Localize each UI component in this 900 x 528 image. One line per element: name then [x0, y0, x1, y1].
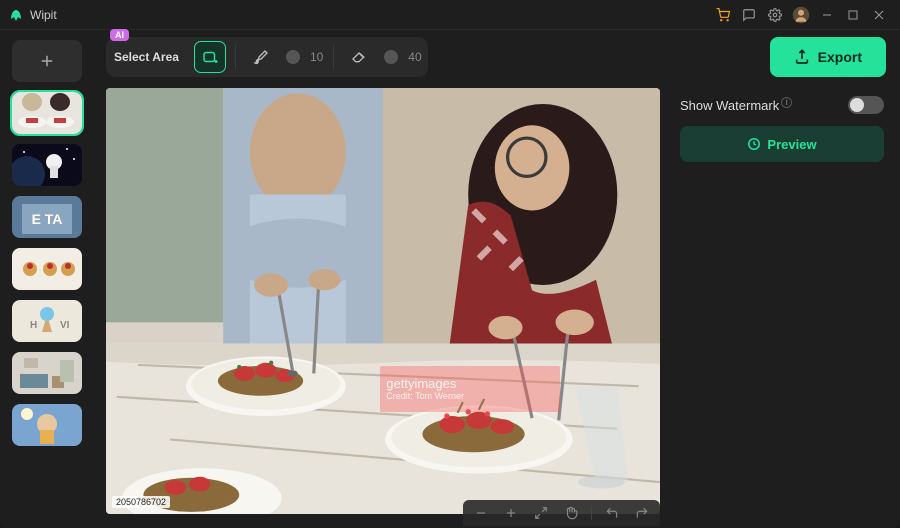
watermark-credit: Credit: Tom Werner [386, 391, 560, 401]
svg-text:H: H [30, 320, 37, 331]
undo-icon[interactable] [602, 503, 622, 523]
brush-size-value: 10 [310, 50, 323, 64]
thumb-appetizers[interactable] [12, 248, 82, 290]
eraser-tool[interactable] [344, 42, 374, 72]
thumb-portrait[interactable] [12, 404, 82, 446]
rectangle-select-tool[interactable] [195, 42, 225, 72]
brush-tool[interactable] [246, 42, 276, 72]
tool-group: AI Select Area 10 40 [106, 37, 428, 77]
thumb-icecream[interactable]: H VI [12, 300, 82, 342]
thumb-food[interactable] [12, 92, 82, 134]
close-icon[interactable] [866, 2, 892, 28]
user-avatar[interactable] [788, 2, 814, 28]
main-canvas[interactable]: gettyimages Credit: Tom Werner 205078670… [106, 88, 660, 514]
thumb-livingroom[interactable] [12, 352, 82, 394]
show-watermark-label: Show Watermark i [680, 98, 792, 113]
chat-icon[interactable] [736, 2, 762, 28]
minimize-icon[interactable] [814, 2, 840, 28]
maximize-icon[interactable] [840, 2, 866, 28]
toolbar: AI Select Area 10 40 [92, 30, 900, 84]
app-logo [8, 7, 24, 23]
cart-icon[interactable] [710, 2, 736, 28]
fit-screen-icon[interactable] [531, 503, 551, 523]
thumb-building[interactable]: E TA [12, 196, 82, 238]
zoom-controls [463, 500, 660, 526]
preview-button[interactable]: Preview [680, 126, 884, 162]
right-panel: Show Watermark i Preview [674, 84, 900, 528]
watermark-text: gettyimages [386, 376, 560, 391]
thumb-astronaut[interactable] [12, 144, 82, 186]
zoom-in-icon[interactable] [501, 503, 521, 523]
add-image-button[interactable] [12, 40, 82, 82]
redo-icon[interactable] [632, 503, 652, 523]
app-title: Wipit [30, 8, 57, 22]
gear-icon[interactable] [762, 2, 788, 28]
titlebar: Wipit [0, 0, 900, 30]
zoom-out-icon[interactable] [471, 503, 491, 523]
export-button[interactable]: Export [770, 37, 886, 77]
ai-badge: AI [110, 29, 129, 41]
select-area-label: Select Area [112, 50, 185, 64]
watermark-selection[interactable]: gettyimages Credit: Tom Werner [380, 366, 560, 412]
eraser-size-value: 40 [408, 50, 421, 64]
brush-size-slider[interactable] [286, 50, 300, 64]
svg-text:VI: VI [60, 320, 70, 331]
thumbnail-sidebar: E TA H VI [0, 30, 92, 528]
svg-text:E TA: E TA [32, 211, 63, 227]
image-id-label: 2050786702 [112, 496, 170, 508]
export-label: Export [818, 49, 862, 65]
pan-icon[interactable] [561, 503, 581, 523]
preview-label: Preview [767, 137, 816, 152]
info-icon[interactable]: i [781, 97, 792, 108]
watermark-toggle[interactable] [848, 96, 884, 114]
eraser-size-slider[interactable] [384, 50, 398, 64]
